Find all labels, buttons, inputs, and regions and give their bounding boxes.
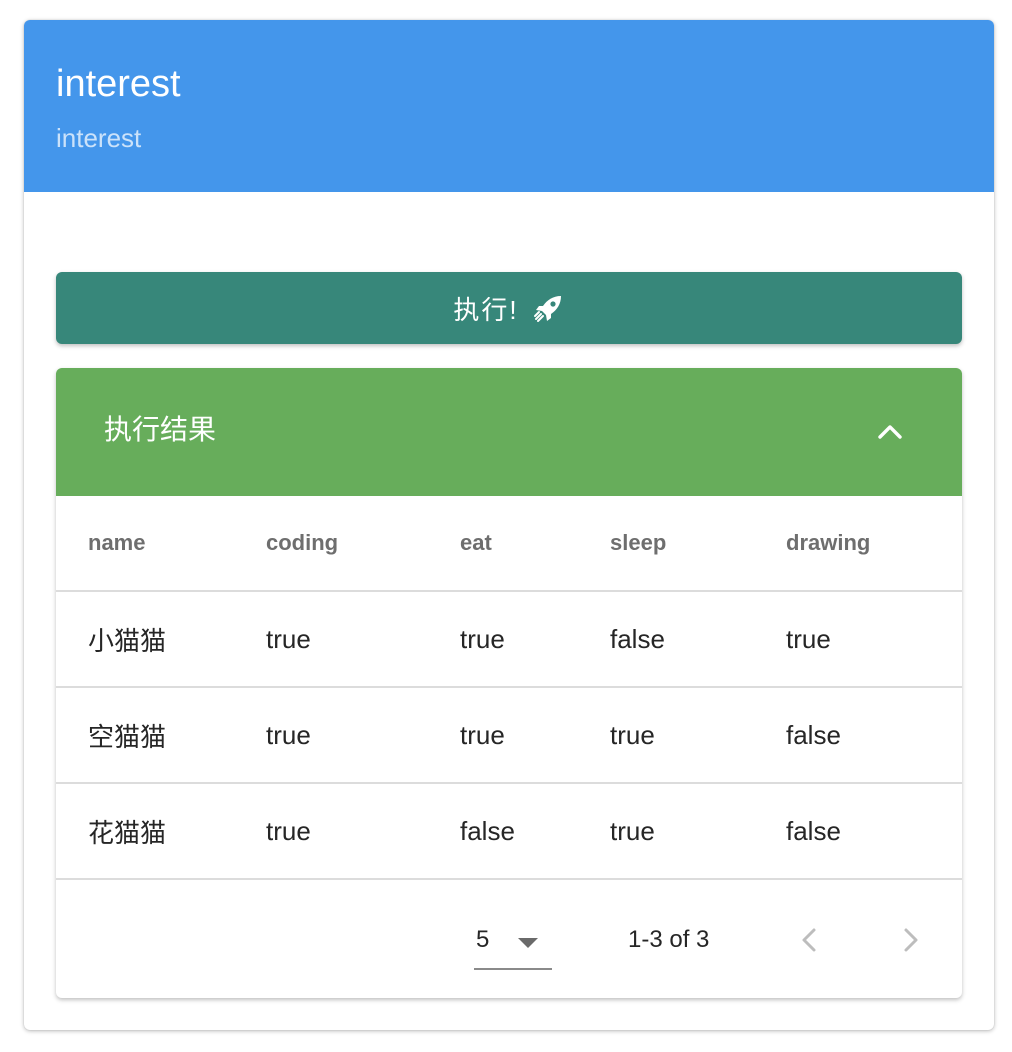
- cell-sleep: true: [610, 687, 786, 784]
- table-row: 花猫猫 true false true false: [56, 783, 962, 880]
- cell-coding: true: [266, 783, 460, 880]
- rocket-icon: [533, 292, 565, 324]
- interest-card: interest interest 执行! 执行结果 name coding e…: [24, 20, 994, 1030]
- chevron-left-icon[interactable]: [792, 922, 828, 958]
- card-title: interest: [56, 63, 181, 105]
- column-header-coding[interactable]: coding: [266, 496, 460, 592]
- cell-drawing: false: [786, 687, 962, 784]
- cell-sleep: false: [610, 591, 786, 688]
- column-header-sleep[interactable]: sleep: [610, 496, 786, 592]
- cell-coding: true: [266, 591, 460, 688]
- table-row: 小猫猫 true true false true: [56, 591, 962, 688]
- column-header-eat[interactable]: eat: [460, 496, 610, 592]
- cell-coding: true: [266, 687, 460, 784]
- cell-name: 小猫猫: [56, 591, 266, 688]
- run-button[interactable]: 执行!: [56, 272, 962, 344]
- table-row: 空猫猫 true true true false: [56, 687, 962, 784]
- table-header-row: name coding eat sleep drawing: [56, 496, 962, 592]
- run-button-label: 执行!: [453, 294, 519, 325]
- column-header-name[interactable]: name: [56, 496, 266, 592]
- chevron-up-icon[interactable]: [874, 416, 906, 448]
- rows-per-page-value: 5: [476, 926, 490, 953]
- cell-drawing: false: [786, 783, 962, 880]
- cell-sleep: true: [610, 783, 786, 880]
- rows-per-page-select[interactable]: 5: [474, 920, 552, 970]
- cell-eat: true: [460, 687, 610, 784]
- results-table: name coding eat sleep drawing 小猫猫 true t…: [56, 496, 962, 880]
- cell-drawing: true: [786, 591, 962, 688]
- column-header-drawing[interactable]: drawing: [786, 496, 962, 592]
- card-header: interest interest: [24, 20, 994, 192]
- chevron-right-icon[interactable]: [892, 922, 928, 958]
- cell-eat: true: [460, 591, 610, 688]
- table-pagination: 5 1-3 of 3: [56, 882, 962, 998]
- result-panel-header[interactable]: 执行结果: [56, 368, 962, 496]
- card-subtitle: interest: [56, 123, 142, 153]
- page-range-text: 1-3 of 3: [628, 926, 710, 953]
- cell-name: 花猫猫: [56, 783, 266, 880]
- result-panel: 执行结果 name coding eat sleep drawing 小猫猫 t…: [56, 368, 962, 998]
- result-panel-title: 执行结果: [104, 414, 217, 445]
- cell-eat: false: [460, 783, 610, 880]
- cell-name: 空猫猫: [56, 687, 266, 784]
- caret-down-icon: [516, 930, 540, 954]
